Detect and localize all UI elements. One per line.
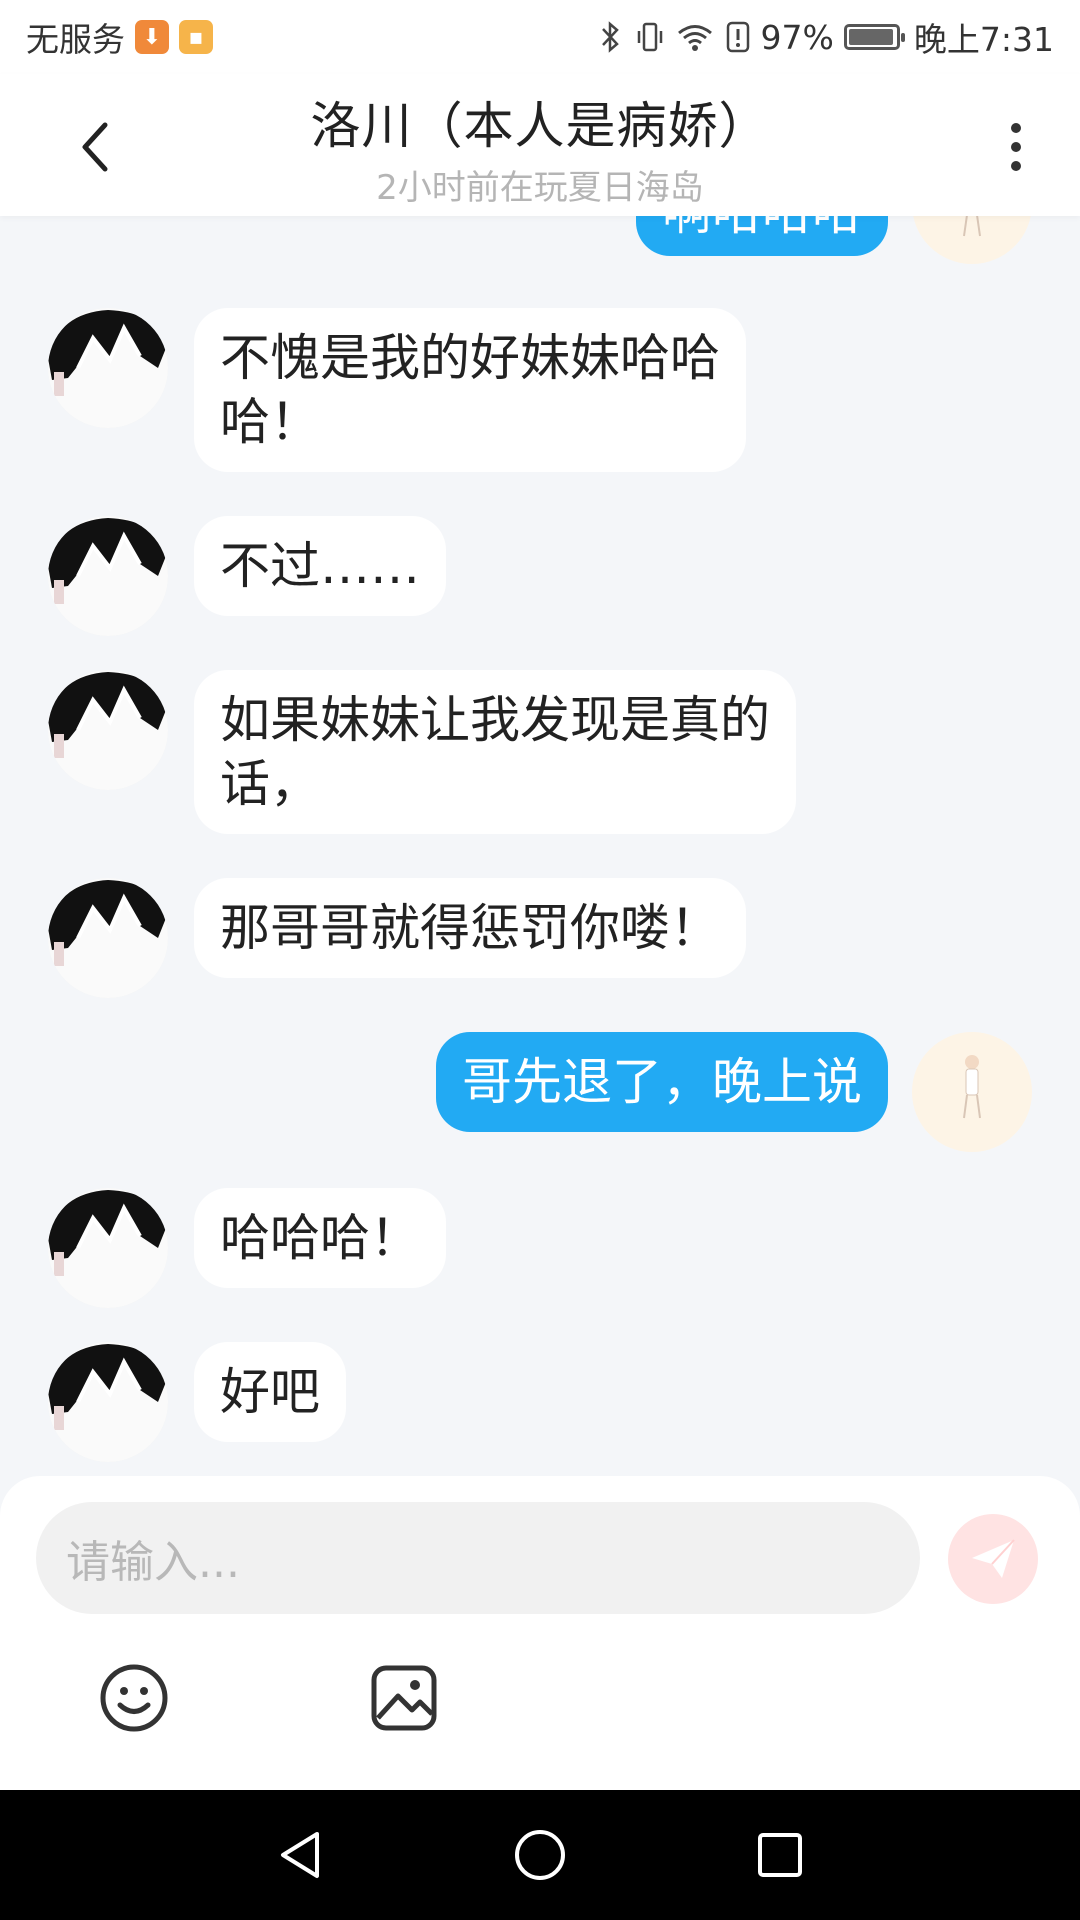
system-navigation-bar [0,1790,1080,1920]
nav-back-button[interactable] [265,1820,335,1890]
nav-home-button[interactable] [505,1820,575,1890]
contact-avatar-image [48,1188,168,1308]
paper-plane-icon [972,1539,1015,1578]
carrier-text: 无服务 [26,20,125,59]
incoming-message-bubble[interactable]: 哈哈哈！ [194,1188,446,1288]
download-notification-icon: ⬇ [135,20,169,54]
bluetooth-icon [601,21,619,53]
incoming-message-bubble[interactable]: 不过…… [194,516,446,616]
nav-recent-button[interactable] [745,1820,815,1890]
clock: 晚上7:31 [913,20,1054,59]
smiley-icon [100,1664,168,1732]
wifi-icon [677,25,712,51]
battery-percent: 97% [760,17,834,57]
more-vertical-icon [1011,123,1021,133]
contact-avatar[interactable] [48,516,168,636]
incoming-message-bubble[interactable]: 好吧 [194,1342,346,1442]
send-button[interactable] [948,1514,1038,1604]
contact-avatar-image [48,1342,168,1462]
app-notification-icon: ▪ [179,20,213,54]
incoming-message-bubble[interactable]: 如果妹妹让我发现是真的 话， [194,670,796,834]
image-icon [371,1665,437,1731]
battery-icon [843,24,905,50]
outgoing-message-bubble[interactable]: 哥先退了，晚上说 [436,1032,888,1132]
contact-avatar-image [48,308,168,428]
status-bar: 无服务 ⬇ ▪ 97% 晚上7:31 [0,0,1080,74]
contact-avatar-image [48,670,168,790]
contact-name: 洛川（本人是病娇） [310,97,770,155]
contact-avatar[interactable] [48,1342,168,1462]
message-list[interactable]: 啊哈哈哈 不愧是我的好妹妹哈哈 哈！ 不过…… 如果妹妹让我发现是真的 话， [0,216,1080,1476]
contact-avatar[interactable] [48,1188,168,1308]
contact-avatar[interactable] [48,878,168,998]
circle-home-icon [515,1830,565,1880]
outgoing-message-bubble[interactable]: 啊哈哈哈 [636,216,888,256]
contact-avatar-image [48,516,168,636]
triangle-back-icon [281,1832,319,1878]
self-avatar-image [913,216,1031,264]
contact-status: 2小时前在玩夏日海岛 [376,168,704,208]
self-avatar[interactable] [912,216,1032,264]
contact-avatar[interactable] [48,670,168,790]
emoji-button[interactable] [98,1662,170,1734]
incoming-message-bubble[interactable]: 那哥哥就得惩罚你喽！ [194,878,746,978]
contact-avatar[interactable] [48,308,168,428]
incoming-message-bubble[interactable]: 不愧是我的好妹妹哈哈 哈！ [194,308,746,472]
chat-header: 洛川（本人是病娇） 2小时前在玩夏日海岛 [0,74,1080,216]
input-panel: 请输入... [0,1476,1080,1790]
message-input[interactable]: 请输入... [36,1502,920,1614]
square-recent-icon [758,1833,802,1877]
contact-avatar-image [48,878,168,998]
data-alert-icon [726,21,749,53]
more-options-button[interactable] [986,112,1046,182]
self-avatar-image [912,1032,1032,1152]
vibrate-icon [637,22,662,52]
self-avatar[interactable] [912,1032,1032,1152]
image-button[interactable] [368,1662,440,1734]
